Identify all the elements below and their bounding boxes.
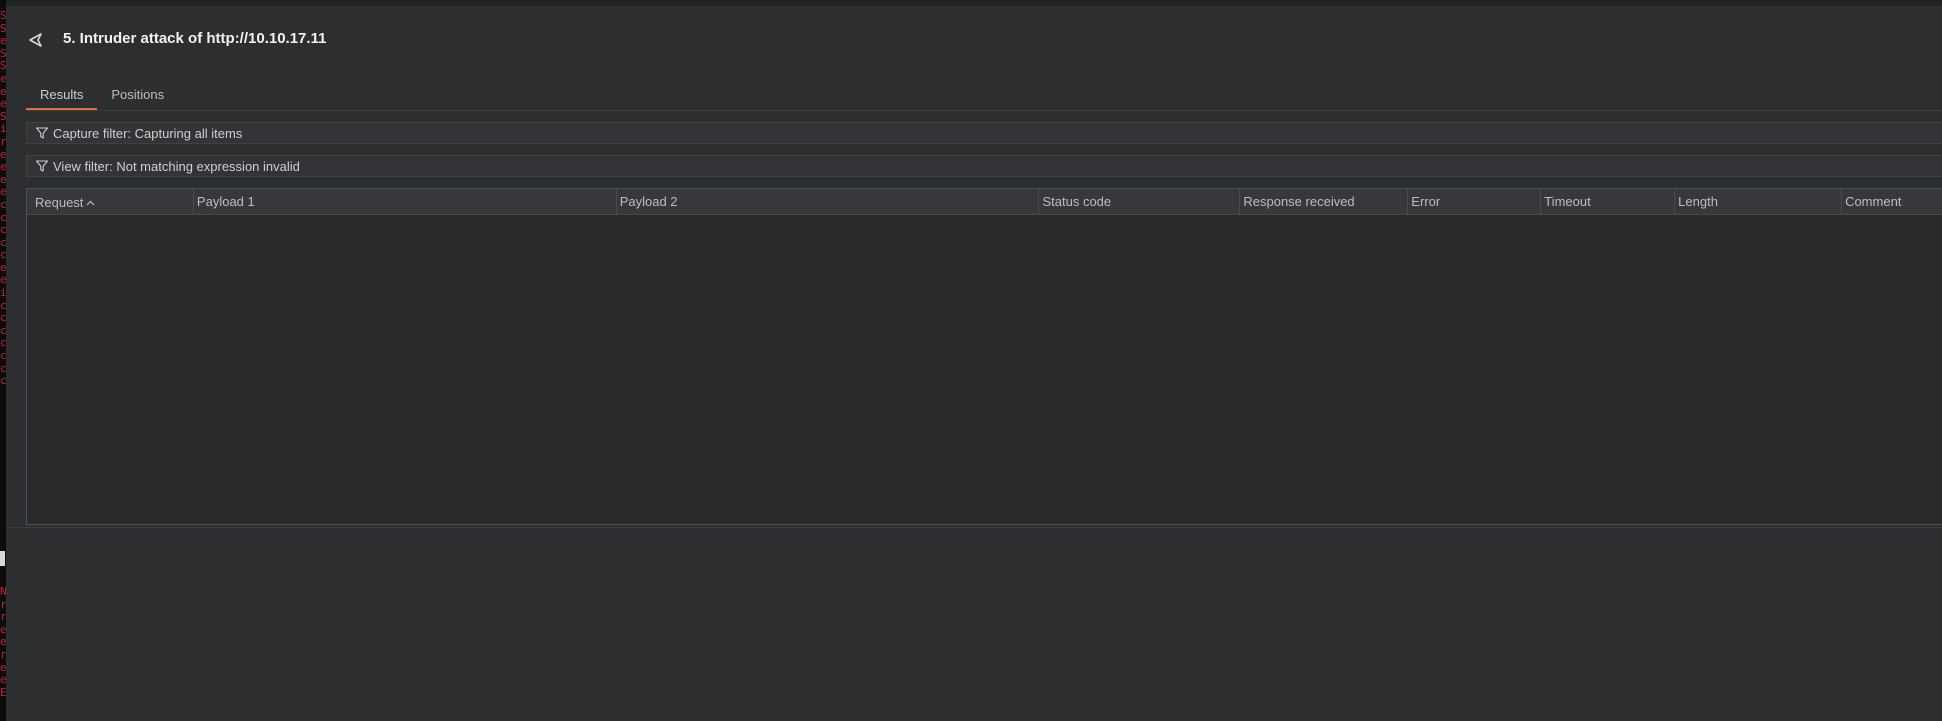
tab-positions[interactable]: Positions <box>97 86 178 110</box>
column-header-response-received[interactable]: Response received <box>1240 189 1409 214</box>
column-header-length[interactable]: Length <box>1675 189 1843 214</box>
intruder-attack-window: 5. Intruder attack of http://10.10.17.11… <box>6 0 1942 721</box>
column-header-payload-1[interactable]: Payload 1 <box>194 189 617 214</box>
results-table: Request Payload 1 Payload 2 Status code … <box>26 188 1942 525</box>
tab-divider <box>26 110 1942 111</box>
filter-funnel-icon <box>35 159 49 173</box>
table-body-empty[interactable] <box>27 215 1942 524</box>
column-header-label: Request <box>35 195 84 210</box>
window-title: 5. Intruder attack of http://10.10.17.11 <box>63 30 327 47</box>
tab-results[interactable]: Results <box>26 86 98 110</box>
view-filter-label: View filter: Not matching expression inv… <box>53 158 300 174</box>
chevron-up-icon <box>86 189 95 206</box>
column-header-status-code[interactable]: Status code <box>1039 189 1241 214</box>
tab-bar: Results Positions <box>26 86 178 111</box>
column-header-payload-2[interactable]: Payload 2 <box>617 189 1040 214</box>
view-filter-bar[interactable]: View filter: Not matching expression inv… <box>26 155 1942 177</box>
column-header-timeout[interactable]: Timeout <box>1541 189 1676 214</box>
column-header-request[interactable]: Request <box>27 189 194 214</box>
column-header-comment[interactable]: Comment <box>1842 189 1942 214</box>
column-header-error[interactable]: Error <box>1408 189 1542 214</box>
lower-detail-pane <box>6 528 1942 721</box>
table-header: Request Payload 1 Payload 2 Status code … <box>27 189 1942 215</box>
terminal-cursor <box>0 551 5 566</box>
capture-filter-bar[interactable]: Capture filter: Capturing all items <box>26 122 1942 144</box>
back-arrow-icon[interactable] <box>26 30 46 50</box>
title-bar: 5. Intruder attack of http://10.10.17.11 <box>6 6 1942 74</box>
capture-filter-label: Capture filter: Capturing all items <box>53 125 243 141</box>
filter-funnel-icon <box>35 126 49 140</box>
